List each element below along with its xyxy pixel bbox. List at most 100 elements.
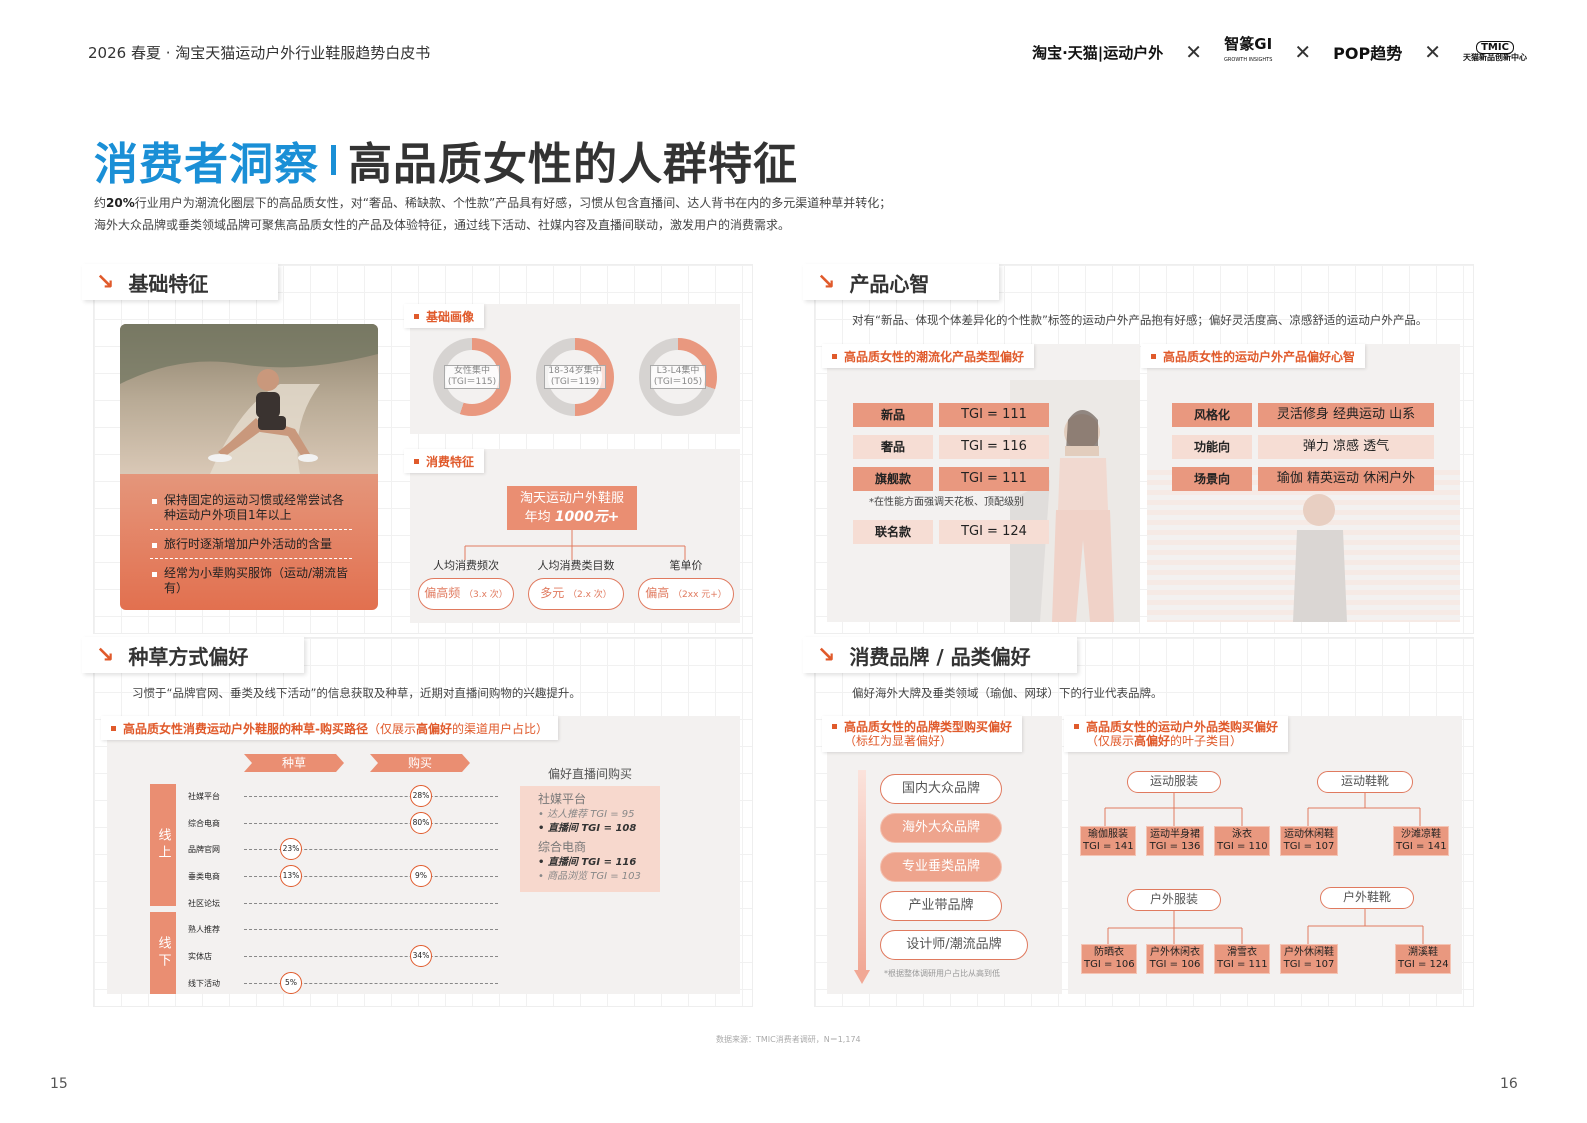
brand-pill: 产业带品牌 bbox=[880, 891, 1002, 921]
seed-percent: 5% bbox=[280, 971, 302, 994]
list-item: 保持固定的运动习惯或经常尝试各种运动户外项目1年以上 bbox=[150, 486, 352, 530]
channel-row: 线下活动 5% bbox=[188, 970, 498, 997]
category-leaf: 防晒衣 TGI = 106 bbox=[1081, 944, 1137, 974]
brand-header: ↘ 消费品牌 / 品类偏好 bbox=[803, 637, 1077, 673]
trend-value: TGI = 116 bbox=[939, 435, 1049, 459]
mind-value: 灵活修身 经典运动 山系 bbox=[1258, 403, 1434, 427]
product-desc: 对有“新品、体现个体差异化的个性款”标签的运动户外产品抱有好感；偏好灵活度高、凉… bbox=[852, 313, 1428, 327]
path-line bbox=[244, 955, 498, 957]
brand-pill: 海外大众品牌 bbox=[880, 813, 1002, 843]
offline-label: 线下 bbox=[150, 912, 176, 994]
metric-connectors bbox=[464, 530, 686, 560]
mind-label: 功能向 bbox=[1172, 435, 1252, 459]
zhizhuan-logo: 智篆GI GROWTH INSIGHTS bbox=[1224, 35, 1273, 64]
fitness-photo bbox=[1147, 470, 1460, 622]
basic-features-header: ↘ 基础特征 bbox=[82, 264, 278, 300]
arrow-icon: ↘ bbox=[96, 642, 115, 668]
arrow-icon: ↘ bbox=[96, 269, 115, 295]
channel-row: 熟人推荐 bbox=[188, 916, 498, 943]
runner-photo bbox=[120, 324, 378, 474]
annual-spend-box: 淘天运动户外鞋服 年均 1000元+ bbox=[507, 486, 637, 530]
mind-value: 瑜伽 精英运动 休闲户外 bbox=[1258, 467, 1434, 491]
channel-label: 社媒平台 bbox=[188, 791, 220, 801]
page-title: 消费者洞察 高品质女性的人群特征 bbox=[94, 139, 798, 190]
trend-tab: 高品质女性的潮流化产品类型偏好 bbox=[822, 344, 1035, 368]
mind-tab: 高品质女性的运动户外产品偏好心智 bbox=[1141, 344, 1366, 368]
tmic-logo: TMIC 天猫新品创新中心 bbox=[1463, 41, 1527, 63]
channel-label: 品牌官网 bbox=[188, 845, 220, 855]
trend-label: 联名款 bbox=[853, 520, 933, 544]
brand-list: 国内大众品牌 海外大众品牌 专业垂类品牌 产业带品牌 设计师/潮流品牌 bbox=[880, 774, 1030, 960]
category-leaf: 泳衣 TGI = 110 bbox=[1214, 826, 1270, 856]
close-icon: ✕ bbox=[1185, 40, 1203, 64]
trend-table: 新品 TGI = 111 奢品 TGI = 116 旗舰款 TGI = 111 *在性… bbox=[853, 403, 1053, 544]
list-item: 旅行时逐渐增加户外活动的含量 bbox=[150, 530, 352, 559]
channel-label: 垂类电商 bbox=[188, 871, 220, 881]
profile-bullets: 保持固定的运动习惯或经常尝试各种运动户外项目1年以上 旅行时逐渐增加户外活动的含… bbox=[120, 474, 378, 602]
category-tab: 高品质女性的运动户外品类购买偏好 （仅展示高偏好的叶子类目） bbox=[1064, 716, 1289, 752]
category-leaf: 户外休闲衣 TGI = 106 bbox=[1146, 944, 1204, 974]
buy-header-label: 购买 bbox=[407, 756, 432, 770]
mind-value: 弹力 凉感 透气 bbox=[1258, 435, 1434, 459]
footnote: *在性能方面强调天花板、顶配级别 bbox=[869, 497, 1024, 508]
live-box: 偏好直播间购买 社媒平台 • 达人推荐 TGI = 95 • 直播间 TGI =… bbox=[520, 765, 660, 892]
list-item: 经常为小辈购买服饰（运动/潮流皆有） bbox=[150, 559, 352, 602]
mind-label: 场景向 bbox=[1172, 467, 1252, 491]
category-node: 运动鞋靴 bbox=[1317, 771, 1413, 793]
donut-chart: 18-34岁集中 (TGI＝119) bbox=[536, 338, 614, 416]
channel-row: 实体店 34% bbox=[188, 943, 498, 970]
seed-percent: 23% bbox=[280, 838, 302, 861]
path-tab: 高品质女性消费运动户外鞋服的种草-购买路径（仅展示高偏好的渠道用户占比） bbox=[101, 716, 559, 740]
taobao-tmall-logo: 淘宝·天猫|运动户外 bbox=[1032, 43, 1164, 62]
page-number-right: 16 bbox=[1500, 1076, 1518, 1092]
category-leaf: 溯溪鞋 TGI = 124 bbox=[1395, 944, 1451, 974]
mind-table: 风格化 灵活修身 经典运动 山系 功能向 弹力 凉感 透气 场景向 瑜伽 精英运动 休… bbox=[1172, 403, 1434, 491]
channel-label: 熟人推荐 bbox=[188, 925, 220, 935]
donut-chart: L3-L4集中 (TGI＝105) bbox=[639, 338, 717, 416]
trend-value: TGI = 111 bbox=[939, 403, 1049, 427]
product-mind-header: ↘ 产品心智 bbox=[803, 264, 999, 300]
trend-label: 新品 bbox=[853, 403, 933, 427]
online-label: 线上 bbox=[150, 784, 176, 906]
brand-pill: 专业垂类品牌 bbox=[880, 852, 1002, 882]
channel-row: 垂类电商 13% 9% bbox=[188, 863, 498, 890]
channel-row: 品牌官网 23% bbox=[188, 836, 498, 863]
metric-pill: 偏高 （2xx 元+） bbox=[638, 578, 734, 610]
channel-row: 社媒平台 28% bbox=[188, 783, 498, 810]
seeding-desc: 习惯于“品牌官网、垂类及线下活动”的信息获取及种草，近期对直播间购物的兴趣提升。 bbox=[132, 686, 581, 700]
portrait-tab: 基础画像 bbox=[404, 304, 485, 328]
buy-percent: 9% bbox=[410, 865, 432, 888]
document-title: 2026 春夏 · 淘宝天猫运动户外行业鞋服趋势白皮书 bbox=[88, 44, 431, 62]
metric-pill: 偏高频 （3.x 次） bbox=[418, 578, 514, 610]
brand-type-tab: 高品质女性的品牌类型购买偏好 （标红为显著偏好） bbox=[822, 716, 1023, 752]
category-leaf: 瑜伽服装 TGI = 141 bbox=[1080, 826, 1136, 856]
buy-percent: 28% bbox=[410, 785, 432, 807]
path-line bbox=[244, 822, 498, 824]
consume-metrics: 人均消费频次 偏高频 （3.x 次） 人均消费类目数 多元 （2.x 次） 笔单价偏… bbox=[418, 557, 734, 610]
category-node: 运动服装 bbox=[1127, 771, 1221, 793]
partner-logos: 淘宝·天猫|运动户外 ✕ 智篆GI GROWTH INSIGHTS ✕ POP趋势… bbox=[1032, 35, 1527, 66]
trend-label: 旗舰款 bbox=[853, 467, 933, 491]
seed-percent: 13% bbox=[280, 865, 302, 888]
channel-label: 实体店 bbox=[188, 951, 212, 961]
path-line bbox=[244, 902, 498, 904]
data-source: 数据来源：TMIC消费者调研，N＝1,174 bbox=[716, 1035, 861, 1044]
seeding-header: ↘ 种草方式偏好 bbox=[82, 637, 304, 673]
arrow-icon: ↘ bbox=[817, 642, 836, 668]
pop-logo: POP趋势 bbox=[1333, 44, 1403, 63]
trend-label: 奢品 bbox=[853, 435, 933, 459]
channel-label: 线下活动 bbox=[188, 978, 220, 988]
buy-percent: 34% bbox=[410, 945, 432, 968]
category-leaf: 户外休闲鞋 TGI = 107 bbox=[1280, 944, 1338, 974]
path-line bbox=[244, 929, 498, 931]
trend-value: TGI = 124 bbox=[939, 520, 1049, 544]
category-node: 户外服装 bbox=[1127, 889, 1221, 911]
category-leaf: 沙滩凉鞋 TGI = 141 bbox=[1393, 826, 1449, 856]
brand-desc: 偏好海外大牌及垂类领域（瑜伽、网球）下的行业代表品牌。 bbox=[852, 686, 1163, 700]
close-icon: ✕ bbox=[1424, 40, 1441, 64]
metric-pill: 多元 （2.x 次） bbox=[528, 578, 624, 610]
intro-text: 约20%行业用户为潮流化圈层下的高品质女性，对“奢品、稀缺款、个性款”产品具有好… bbox=[94, 196, 892, 232]
buy-percent: 80% bbox=[410, 811, 432, 834]
category-leaf: 滑雪衣 TGI = 111 bbox=[1214, 944, 1270, 974]
path-line bbox=[244, 795, 498, 797]
